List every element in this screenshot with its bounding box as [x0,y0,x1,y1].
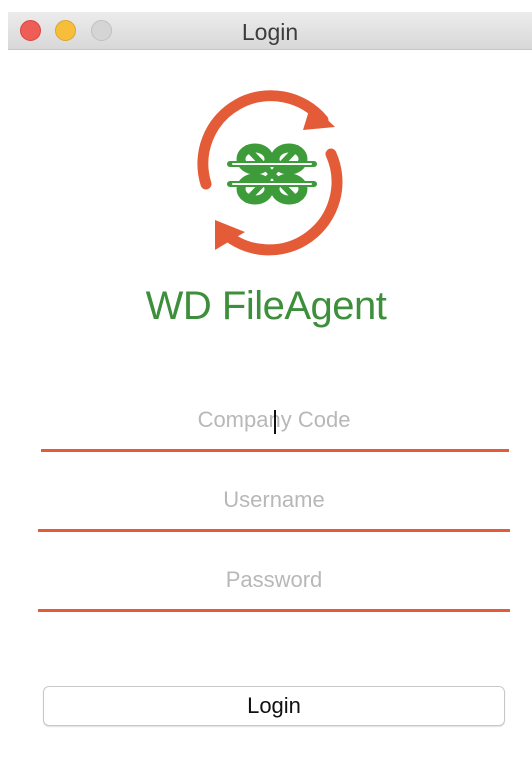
text-caret [274,410,276,434]
company-code-underline [41,449,509,452]
password-underline [38,609,510,612]
password-input[interactable] [38,552,510,608]
app-logo-icon [175,82,370,262]
company-code-field[interactable] [38,392,510,452]
username-input[interactable] [38,472,510,528]
password-field[interactable] [38,552,510,612]
window-title: Login [241,19,299,45]
username-underline [38,529,510,532]
username-field[interactable] [38,472,510,532]
login-button[interactable]: Login [43,686,505,726]
app-name: WD FileAgent [145,284,387,328]
title-bar[interactable]: Login [8,12,532,50]
login-window: Login WD FileAgent Company Code Username… [0,0,532,758]
